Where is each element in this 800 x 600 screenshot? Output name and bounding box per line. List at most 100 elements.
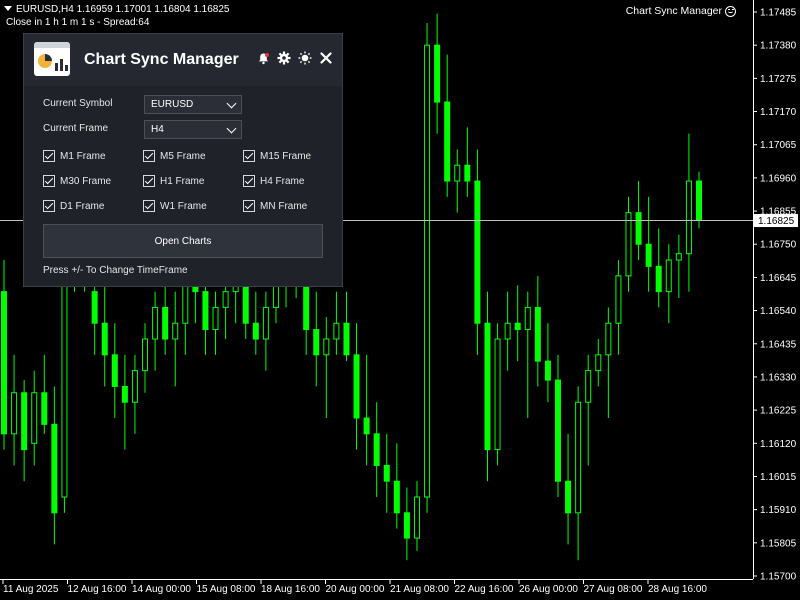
price-tick-label: 1.16750 (760, 240, 797, 251)
checkmark-icon[interactable] (243, 200, 255, 212)
checkmark-icon[interactable] (43, 175, 55, 187)
time-tick-label: 21 Aug 08:00 (390, 584, 449, 595)
checkbox-d1[interactable]: D1 Frame (43, 200, 104, 212)
candle-body (323, 338, 330, 356)
candle-body (21, 392, 28, 451)
candle-body (91, 291, 98, 324)
close-icon[interactable] (319, 51, 333, 65)
candle-body (575, 401, 582, 514)
checkbox-w1[interactable]: W1 Frame (143, 200, 207, 212)
price-tick-label: 1.16540 (760, 306, 797, 317)
candle-body (343, 322, 350, 356)
time-tick-label: 11 Aug 2025 (3, 584, 59, 595)
candle-body (413, 496, 420, 539)
candle-body (162, 306, 169, 340)
smiley-icon (725, 5, 736, 17)
price-tick-label: 1.17275 (760, 74, 797, 85)
ea-indicator[interactable]: Chart Sync Manager (626, 5, 736, 17)
candle-body (615, 275, 622, 324)
candle-body (222, 291, 229, 308)
candle-body (262, 306, 269, 340)
price-tick-label: 1.17170 (760, 107, 797, 118)
current-frame-label: Current Frame (43, 123, 109, 134)
gear-icon[interactable] (277, 51, 291, 65)
chevron-down-icon (226, 98, 237, 109)
panel-title: Chart Sync Manager (84, 51, 239, 68)
time-tick-label: 26 Aug 00:00 (519, 584, 578, 595)
panel-header[interactable]: Chart Sync Manager (24, 34, 342, 86)
checkbox-h4[interactable]: H4 Frame (243, 175, 304, 187)
candle-body (524, 306, 531, 331)
candle-body (333, 322, 340, 340)
candle-body (514, 322, 521, 331)
candle-body (303, 284, 310, 331)
price-tick-label: 1.15700 (760, 572, 797, 583)
candle-body (534, 306, 541, 362)
candle-body (544, 360, 551, 381)
candle-body (675, 253, 682, 261)
time-tick-label: 28 Aug 16:00 (648, 584, 707, 595)
time-tick-label: 14 Aug 00:00 (132, 584, 191, 595)
checkbox-m1[interactable]: M1 Frame (43, 150, 106, 162)
checkbox-label: H1 Frame (160, 175, 205, 187)
candle-body (635, 212, 642, 245)
checkbox-m15[interactable]: M15 Frame (243, 150, 311, 162)
candle-body (11, 392, 18, 435)
checkmark-icon[interactable] (43, 200, 55, 212)
countdown-label: Close in 1 h 1 m 1 s - Spread:64 (6, 17, 150, 28)
ohlc-readout: EURUSD,H4 1.16959 1.17001 1.16804 1.1682… (16, 4, 230, 15)
checkbox-m5[interactable]: M5 Frame (143, 150, 206, 162)
price-tick-label: 1.16960 (760, 173, 797, 184)
checkbox-label: D1 Frame (60, 200, 105, 212)
price-tick-label: 1.17065 (760, 140, 797, 151)
collapse-triangle-icon[interactable] (4, 6, 12, 11)
open-charts-button[interactable]: Open Charts (43, 224, 323, 258)
time-tick-label: 22 Aug 16:00 (455, 584, 514, 595)
checkmark-icon[interactable] (243, 150, 255, 162)
checkbox-h1[interactable]: H1 Frame (143, 175, 204, 187)
checkbox-mn[interactable]: MN Frame (243, 200, 307, 212)
sun-icon[interactable] (298, 51, 312, 65)
bell-icon[interactable] (256, 51, 270, 65)
candle-body (554, 379, 561, 482)
candle-body (1, 291, 7, 435)
candle-body (111, 354, 118, 387)
price-tick-label: 1.16330 (760, 372, 797, 383)
current-price-tag: 1.16825 (754, 214, 798, 228)
frame-dropdown[interactable]: H4 (144, 120, 242, 139)
symbol-value: EURUSD (151, 99, 194, 110)
checkmark-icon[interactable] (43, 150, 55, 162)
checkmark-icon[interactable] (243, 175, 255, 187)
candle-body (484, 322, 491, 451)
candle-body (393, 480, 400, 514)
candle-body (121, 385, 128, 403)
candle-body (696, 180, 702, 222)
checkmark-icon[interactable] (143, 175, 155, 187)
candle-body (434, 44, 441, 103)
candle-body (363, 417, 370, 435)
candle-body (172, 322, 179, 340)
candle-body (313, 329, 320, 356)
candle-body (252, 322, 259, 340)
checkbox-label: MN Frame (260, 200, 308, 212)
candle-body (242, 284, 249, 324)
candle-body (152, 306, 159, 340)
candle-body (383, 464, 390, 482)
candle-body (464, 164, 471, 182)
symbol-dropdown[interactable]: EURUSD (144, 95, 242, 114)
current-symbol-label: Current Symbol (43, 98, 113, 109)
candle-body (474, 180, 481, 324)
current-price-label: 1.16825 (758, 216, 795, 227)
candle-body (202, 291, 209, 331)
checkmark-icon[interactable] (143, 150, 155, 162)
time-tick-label: 18 Aug 16:00 (261, 584, 320, 595)
price-tick-label: 1.16225 (760, 406, 797, 417)
checkbox-label: M15 Frame (260, 150, 312, 162)
checkbox-label: M1 Frame (60, 150, 106, 162)
candle-body (31, 392, 38, 444)
price-tick-label: 1.16645 (760, 273, 797, 284)
checkbox-m30[interactable]: M30 Frame (43, 175, 111, 187)
checkmark-icon[interactable] (143, 200, 155, 212)
candle-body (595, 354, 602, 372)
candle-body (51, 423, 58, 514)
